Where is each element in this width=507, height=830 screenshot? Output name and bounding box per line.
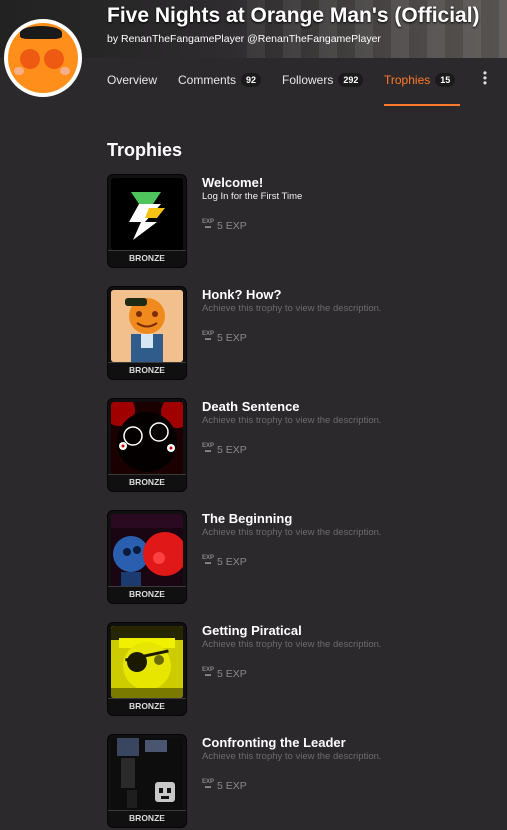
trophy-exp-value: 5 EXP	[217, 556, 247, 568]
avatar-hat	[20, 26, 62, 39]
trophy-description: Achieve this trophy to view the descript…	[202, 415, 382, 426]
trophy-rank: BRONZE	[108, 474, 186, 491]
trophy-name[interactable]: Honk? How?	[202, 287, 281, 302]
avatar-right-eye	[44, 49, 64, 69]
tab-count-badge: 292	[338, 73, 364, 87]
trophy-item: BRONZE Death Sentence Achieve this troph…	[107, 398, 507, 494]
trophy-exp-value: 5 EXP	[217, 444, 247, 456]
trophy-item: BRONZE Getting Piratical Achieve this tr…	[107, 622, 507, 718]
exp-icon: EXP ▬	[202, 443, 215, 454]
avatar-left-cheek	[14, 67, 24, 75]
trophy-thumbnail[interactable]: BRONZE	[107, 510, 187, 604]
trophy-exp: EXP ▬ 5 EXP	[202, 555, 247, 568]
trophy-description: Log In for the First Time	[202, 191, 303, 202]
active-tab-indicator	[384, 104, 460, 106]
by-prefix: by	[107, 33, 119, 45]
lightning-logo-icon	[111, 178, 183, 250]
tab-trophies[interactable]: Trophies 15	[384, 73, 456, 87]
exp-icon: EXP ▬	[202, 555, 215, 566]
trophy-name[interactable]: Welcome!	[202, 175, 263, 190]
tab-label: Followers	[282, 73, 334, 87]
trophy-description: Achieve this trophy to view the descript…	[202, 527, 382, 538]
developer-name[interactable]: RenanTheFangamePlayer	[121, 33, 244, 45]
tab-overview[interactable]: Overview	[107, 73, 157, 87]
tab-count-badge: 92	[241, 73, 262, 87]
avatar-left-eye	[20, 49, 40, 69]
orange-man-image-icon	[111, 290, 183, 362]
trophy-rank: BRONZE	[108, 698, 186, 715]
section-title: Trophies	[107, 140, 183, 160]
trophy-thumbnail[interactable]: BRONZE	[107, 734, 187, 828]
game-title[interactable]: Five Nights at Orange Man's (Official)	[107, 4, 480, 28]
trophy-thumbnail[interactable]: BRONZE	[107, 622, 187, 716]
trophy-rank: BRONZE	[108, 810, 186, 827]
trophy-thumbnail[interactable]: BRONZE	[107, 286, 187, 380]
trophy-name[interactable]: The Beginning	[202, 511, 292, 526]
trophy-exp-value: 5 EXP	[217, 668, 247, 680]
yellow-pirate-image-icon	[111, 626, 183, 698]
trophy-rank: BRONZE	[108, 250, 186, 267]
trophy-item: BRONZE Honk? How? Achieve this trophy to…	[107, 286, 507, 382]
trophy-thumbnail[interactable]: BRONZE	[107, 398, 187, 492]
trophy-exp: EXP ▬ 5 EXP	[202, 443, 247, 456]
kebab-vertical-icon[interactable]: • • •	[482, 67, 488, 89]
tab-label: Overview	[107, 73, 158, 87]
developer-byline: by RenanTheFangamePlayer @RenanTheFangam…	[107, 33, 381, 45]
developer-avatar[interactable]	[4, 19, 82, 97]
trophy-exp: EXP ▬ 5 EXP	[202, 667, 247, 680]
trophy-exp-value: 5 EXP	[217, 220, 247, 232]
trophy-description: Achieve this trophy to view the descript…	[202, 751, 382, 762]
exp-icon: EXP ▬	[202, 779, 215, 790]
exp-icon: EXP ▬	[202, 667, 215, 678]
trophy-exp: EXP ▬ 5 EXP	[202, 219, 247, 232]
tab-count-badge: 15	[435, 73, 456, 87]
game-tabs: Overview Comments 92 Followers 292 Trophie…	[107, 70, 507, 106]
tab-label: Trophies	[384, 73, 431, 87]
avatar-image	[8, 23, 78, 93]
exp-icon: EXP ▬	[202, 331, 215, 342]
trophy-name[interactable]: Getting Piratical	[202, 623, 302, 638]
shadow-eyes-image-icon	[111, 402, 183, 474]
tab-label: Comments	[178, 73, 237, 87]
trophy-description: Achieve this trophy to view the descript…	[202, 639, 382, 650]
trophy-thumbnail[interactable]: BRONZE	[107, 174, 187, 268]
trophy-rank: BRONZE	[108, 586, 186, 603]
trophy-exp-value: 5 EXP	[217, 780, 247, 792]
avatar-right-cheek	[60, 67, 70, 75]
trophy-rank: BRONZE	[108, 362, 186, 379]
exp-icon: EXP ▬	[202, 219, 215, 230]
trophy-item: BRONZE Confronting the Leader Achieve th…	[107, 734, 507, 830]
trophy-description: Achieve this trophy to view the descript…	[202, 303, 382, 314]
blue-red-figures-image-icon	[111, 514, 183, 586]
trophy-name[interactable]: Death Sentence	[202, 399, 300, 414]
tab-followers[interactable]: Followers 292	[282, 73, 364, 87]
tab-comments[interactable]: Comments 92	[178, 73, 262, 87]
trophy-item: BRONZE Welcome! Log In for the First Tim…	[107, 174, 507, 270]
leader-figure-image-icon	[111, 738, 183, 810]
trophy-exp: EXP ▬ 5 EXP	[202, 331, 247, 344]
developer-handle[interactable]: @RenanTheFangamePlayer	[247, 33, 381, 45]
trophy-exp-value: 5 EXP	[217, 332, 247, 344]
trophy-name[interactable]: Confronting the Leader	[202, 735, 346, 750]
trophy-exp: EXP ▬ 5 EXP	[202, 779, 247, 792]
trophy-item: BRONZE The Beginning Achieve this trophy…	[107, 510, 507, 606]
